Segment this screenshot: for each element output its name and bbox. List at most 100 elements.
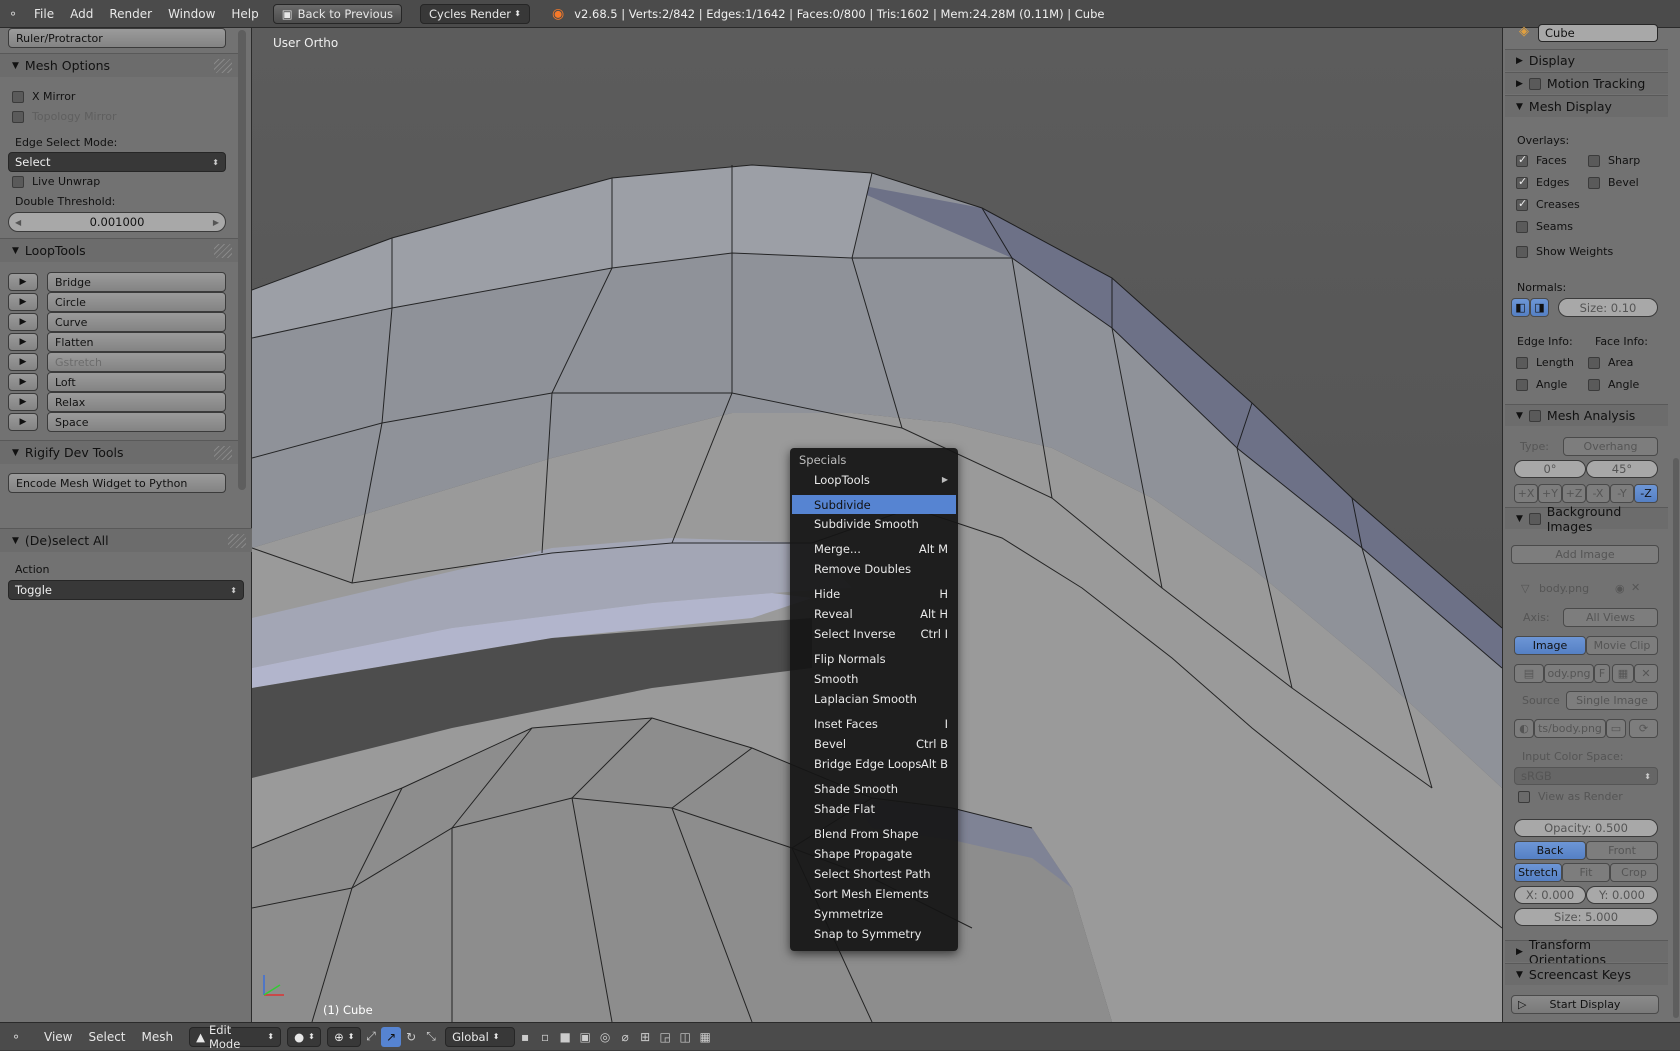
expand-relax-icon[interactable]: ▶ — [8, 393, 38, 411]
menu-render[interactable]: Render — [101, 7, 160, 21]
front-button[interactable]: Front — [1586, 841, 1658, 860]
menu-item-shape-propagate[interactable]: Shape Propagate — [792, 844, 956, 863]
menu-item-hide[interactable]: Hide H — [792, 584, 956, 603]
menu-view[interactable]: View — [36, 1030, 80, 1044]
axis-select[interactable]: All Views — [1563, 608, 1658, 627]
axis-neg-x-button[interactable]: -X — [1586, 484, 1610, 503]
menu-item-blend-from-shape[interactable]: Blend From Shape — [792, 824, 956, 843]
rotate-manipulator-icon[interactable]: ↻ — [401, 1027, 421, 1047]
menu-item-looptools[interactable]: LoopTools ▶ — [792, 470, 956, 489]
menu-item-bevel[interactable]: Bevel Ctrl B — [792, 734, 956, 753]
render-engine-select[interactable]: Cycles Render ⬍ — [420, 3, 530, 24]
face-area-checkbox[interactable]: Area — [1588, 356, 1633, 369]
looptools-space-button[interactable]: Space — [47, 412, 226, 432]
vertex-normals-icon[interactable]: ◧ — [1511, 298, 1530, 317]
analysis-min-field[interactable]: 0° — [1514, 460, 1586, 478]
menu-item-smooth[interactable]: Smooth — [792, 669, 956, 688]
menu-item-subdivide-smooth[interactable]: Subdivide Smooth — [792, 514, 956, 533]
expand-space-icon[interactable]: ▶ — [8, 413, 38, 431]
color-space-select[interactable]: sRGB ⬍ — [1514, 767, 1658, 785]
face-angle-checkbox[interactable]: Angle — [1588, 378, 1639, 391]
menu-item-shade-smooth[interactable]: Shade Smooth — [792, 779, 956, 798]
menu-item-subdivide[interactable]: Subdivide — [792, 495, 956, 514]
expand-flatten-icon[interactable]: ▶ — [8, 333, 38, 351]
edge-angle-checkbox[interactable]: Angle — [1516, 378, 1567, 391]
mesh-options-header[interactable]: ▼ Mesh Options — [0, 53, 238, 77]
snap-toggle-icon[interactable]: ⌀ — [615, 1027, 635, 1047]
mesh-analysis-header[interactable]: ▼ Mesh Analysis — [1505, 404, 1668, 426]
drag-grip-icon[interactable] — [214, 244, 232, 258]
drag-grip-icon[interactable] — [228, 534, 246, 548]
menu-item-snap-to-symmetry[interactable]: Snap to Symmetry — [792, 924, 956, 943]
show-weights-checkbox[interactable]: Show Weights — [1516, 245, 1613, 258]
offset-x-field[interactable]: X: 0.000 — [1514, 886, 1586, 904]
stretch-button[interactable]: Stretch — [1514, 863, 1562, 882]
x-mirror-checkbox[interactable]: X Mirror — [12, 90, 75, 103]
looptools-circle-button[interactable]: Circle — [47, 292, 226, 312]
expand-bridge-icon[interactable]: ▶ — [8, 273, 38, 291]
menu-item-inset-faces[interactable]: Inset Faces I — [792, 714, 956, 733]
edges-checkbox[interactable]: Edges — [1516, 176, 1569, 189]
camera-icon[interactable]: ◫ — [675, 1027, 695, 1047]
axis-neg-y-button[interactable]: -Y — [1610, 484, 1634, 503]
edge-length-checkbox[interactable]: Length — [1516, 356, 1574, 369]
menu-mesh[interactable]: Mesh — [134, 1030, 182, 1044]
translate-manipulator-icon[interactable]: ↗ — [381, 1026, 402, 1047]
opacity-slider[interactable]: Opacity: 0.500 — [1514, 819, 1658, 837]
occlude-geometry-icon[interactable]: ▣ — [575, 1027, 595, 1047]
crop-button[interactable]: Crop — [1610, 863, 1658, 882]
axis-pos-z-button[interactable]: +Z — [1562, 484, 1586, 503]
drag-grip-icon[interactable] — [214, 446, 232, 460]
background-images-header[interactable]: ▼ Background Images — [1505, 504, 1668, 534]
arrow-left-icon[interactable]: ◀ — [15, 218, 21, 227]
menu-add[interactable]: Add — [62, 7, 101, 21]
axis-pos-y-button[interactable]: +Y — [1538, 484, 1562, 503]
unlink-icon[interactable]: ✕ — [1634, 664, 1658, 683]
face-select-icon[interactable]: ■ — [555, 1027, 575, 1047]
motion-tracking-header[interactable]: ▶ Motion Tracking — [1505, 72, 1668, 94]
bevel-checkbox[interactable]: Bevel — [1588, 176, 1639, 189]
menu-select[interactable]: Select — [80, 1030, 133, 1044]
close-icon[interactable]: ✕ — [1631, 581, 1640, 594]
offset-y-field[interactable]: Y: 0.000 — [1586, 886, 1658, 904]
sharp-checkbox[interactable]: Sharp — [1588, 154, 1640, 167]
manipulator-toggle-icon[interactable]: ⤢ — [361, 1027, 381, 1047]
faces-checkbox[interactable]: Faces — [1516, 154, 1567, 167]
display-header[interactable]: ▶ Display — [1505, 49, 1668, 71]
scale-manipulator-icon[interactable]: ⤡ — [421, 1027, 441, 1047]
menu-file[interactable]: File — [26, 7, 62, 21]
image-browse-icon[interactable]: ▤ — [1514, 664, 1544, 683]
double-threshold-field[interactable]: ◀ 0.001000 ▶ — [8, 212, 226, 232]
mode-select[interactable]: ▲ Edit Mode ⬍ — [189, 1023, 282, 1051]
snap-element-icon[interactable]: ⊞ — [635, 1027, 655, 1047]
folder-icon[interactable]: ▭ — [1606, 719, 1626, 738]
action-select[interactable]: Toggle ⬍ — [8, 580, 244, 600]
properties-scrollbar[interactable] — [1673, 458, 1679, 1018]
seams-checkbox[interactable]: Seams — [1516, 220, 1573, 233]
menu-item-shade-flat[interactable]: Shade Flat — [792, 799, 956, 818]
expand-curve-icon[interactable]: ▶ — [8, 313, 38, 331]
add-image-button[interactable]: Add Image — [1511, 545, 1659, 564]
reload-icon[interactable]: ⟳ — [1629, 719, 1658, 738]
axis-pos-x-button[interactable]: +X — [1514, 484, 1538, 503]
arrow-right-icon[interactable]: ▶ — [213, 218, 219, 227]
edge-select-mode-select[interactable]: Select ⬍ — [8, 152, 226, 172]
ruler-protractor-button[interactable]: Ruler/Protractor — [8, 28, 226, 48]
proportional-edit-icon[interactable]: ◎ — [595, 1027, 615, 1047]
open-image-icon[interactable]: ▦ — [1612, 664, 1634, 683]
analysis-type-select[interactable]: Overhang — [1563, 437, 1658, 456]
eye-icon[interactable]: ◉ — [1615, 582, 1625, 595]
image-path-field[interactable]: ts/body.png — [1534, 719, 1606, 738]
looptools-gstretch-button[interactable]: Gstretch — [47, 352, 226, 372]
analysis-max-field[interactable]: 45° — [1586, 460, 1658, 478]
fake-user-toggle[interactable]: F — [1594, 664, 1610, 683]
encode-mesh-widget-button[interactable]: Encode Mesh Widget to Python — [8, 473, 226, 493]
menu-item-laplacian-smooth[interactable]: Laplacian Smooth — [792, 689, 956, 708]
menu-item-merge[interactable]: Merge... Alt M — [792, 539, 956, 558]
menu-item-remove-doubles[interactable]: Remove Doubles — [792, 559, 956, 578]
back-button[interactable]: Back — [1514, 841, 1586, 860]
source-select[interactable]: Single Image — [1566, 691, 1658, 710]
looptools-header[interactable]: ▼ LoopTools — [0, 238, 238, 262]
menu-window[interactable]: Window — [160, 7, 223, 21]
looptools-relax-button[interactable]: Relax — [47, 392, 226, 412]
